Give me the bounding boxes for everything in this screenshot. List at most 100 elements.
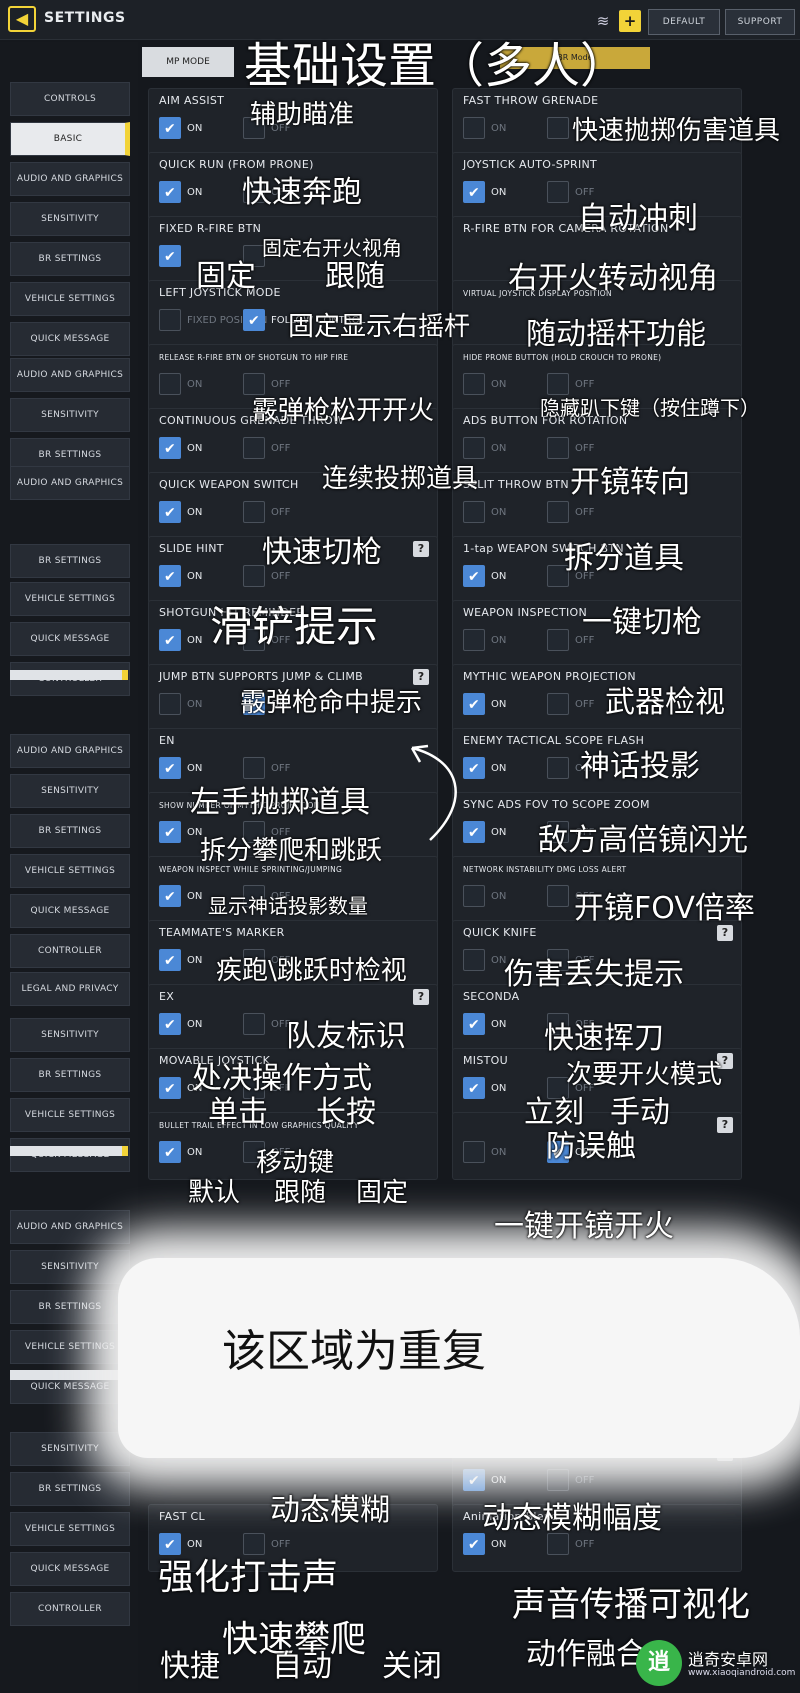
- sidebar-item-br-settings[interactable]: BR SETTINGS: [10, 1290, 130, 1324]
- option-checkbox[interactable]: ON: [159, 117, 202, 140]
- checkbox-icon[interactable]: [159, 437, 181, 460]
- tab-mp-mode[interactable]: MP MODE: [142, 47, 234, 77]
- sidebar-item-audio-and-graphics[interactable]: AUDIO AND GRAPHICS: [10, 1210, 130, 1244]
- checkbox-icon[interactable]: [243, 1013, 265, 1035]
- option-checkbox[interactable]: ON: [159, 565, 202, 588]
- default-button[interactable]: DEFAULT: [648, 9, 720, 35]
- checkbox-icon[interactable]: [547, 373, 569, 395]
- sidebar-item-br-settings[interactable]: BR SETTINGS: [10, 242, 130, 276]
- signal-icon[interactable]: ≋: [592, 10, 614, 32]
- option-checkbox[interactable]: OFF: [243, 757, 290, 779]
- checkbox-icon[interactable]: [159, 309, 181, 331]
- sidebar-item-vehicle-settings[interactable]: VEHICLE SETTINGS: [10, 854, 130, 888]
- checkbox-icon[interactable]: [463, 949, 485, 971]
- checkbox-icon[interactable]: [463, 1141, 485, 1163]
- checkbox-icon[interactable]: [547, 1469, 569, 1491]
- option-checkbox[interactable]: OFF: [243, 373, 290, 395]
- help-icon[interactable]: ?: [717, 925, 733, 941]
- option-checkbox[interactable]: ON: [463, 885, 506, 907]
- checkbox-icon[interactable]: [463, 629, 485, 651]
- option-checkbox[interactable]: OFF: [547, 501, 594, 523]
- option-checkbox[interactable]: ON: [159, 885, 202, 908]
- option-checkbox[interactable]: ON: [463, 501, 506, 523]
- option-checkbox[interactable]: ON: [463, 437, 506, 459]
- checkbox-icon[interactable]: [463, 373, 485, 395]
- option-checkbox[interactable]: ON: [159, 757, 202, 780]
- sidebar-item-br-settings[interactable]: BR SETTINGS: [10, 814, 130, 848]
- option-checkbox[interactable]: OFF: [243, 501, 290, 523]
- checkbox-icon[interactable]: [547, 757, 569, 779]
- sidebar-item-vehicle-settings[interactable]: VEHICLE SETTINGS: [10, 582, 130, 616]
- sidebar-item-sensitivity[interactable]: SENSITIVITY: [10, 1250, 130, 1284]
- option-checkbox[interactable]: ON: [463, 117, 506, 139]
- checkbox-icon[interactable]: [463, 1533, 485, 1556]
- sidebar-item-audio-and-graphics[interactable]: AUDIO AND GRAPHICS: [10, 734, 130, 768]
- option-checkbox[interactable]: [159, 245, 187, 268]
- sidebar-item-br-settings[interactable]: BR SETTINGS: [10, 1472, 130, 1506]
- sidebar-item-audio-and-graphics[interactable]: AUDIO AND GRAPHICS: [10, 162, 130, 196]
- option-checkbox[interactable]: ON: [159, 693, 202, 715]
- sidebar-item-sensitivity[interactable]: SENSITIVITY: [10, 774, 130, 808]
- option-checkbox[interactable]: ON: [463, 693, 506, 716]
- sidebar-item-audio-and-graphics[interactable]: AUDIO AND GRAPHICS: [10, 466, 130, 500]
- sidebar-item-audio-and-graphics[interactable]: AUDIO AND GRAPHICS: [10, 358, 130, 392]
- option-checkbox[interactable]: ON: [159, 1013, 202, 1036]
- checkbox-icon[interactable]: [159, 501, 181, 524]
- sidebar-item-quick-message[interactable]: QUICK MESSAGE: [10, 622, 130, 656]
- checkbox-icon[interactable]: [243, 373, 265, 395]
- checkbox-icon[interactable]: [159, 1533, 181, 1556]
- checkbox-icon[interactable]: [159, 629, 181, 652]
- checkbox-icon[interactable]: [243, 1533, 265, 1555]
- option-checkbox[interactable]: OFF: [547, 437, 594, 459]
- sidebar-item-vehicle-settings[interactable]: VEHICLE SETTINGS: [10, 1098, 130, 1132]
- help-icon[interactable]: ?: [413, 669, 429, 685]
- sidebar-item-quick-message[interactable]: QUICK MESSAGE: [10, 322, 130, 356]
- option-checkbox[interactable]: ON: [463, 1469, 506, 1492]
- option-checkbox[interactable]: ON: [463, 629, 506, 651]
- option-checkbox[interactable]: ON: [159, 821, 202, 844]
- checkbox-icon[interactable]: [159, 245, 181, 268]
- option-checkbox[interactable]: ON: [159, 501, 202, 524]
- checkbox-icon[interactable]: [463, 1077, 485, 1100]
- plus-icon[interactable]: +: [619, 10, 641, 32]
- sidebar-item-basic[interactable]: BASIC: [10, 122, 130, 156]
- option-checkbox[interactable]: ON: [159, 437, 202, 460]
- sidebar-item-sensitivity[interactable]: SENSITIVITY: [10, 1432, 130, 1466]
- checkbox-icon[interactable]: [463, 1013, 485, 1036]
- checkbox-icon[interactable]: [547, 501, 569, 523]
- sidebar-item-br-settings[interactable]: BR SETTINGS: [10, 544, 130, 578]
- checkbox-icon[interactable]: [547, 693, 569, 715]
- sidebar-item-quick-message[interactable]: QUICK MESSAGE: [10, 894, 130, 928]
- option-checkbox[interactable]: ON: [463, 1533, 506, 1556]
- option-checkbox[interactable]: ON: [159, 629, 202, 652]
- checkbox-icon[interactable]: [159, 1141, 181, 1164]
- checkbox-icon[interactable]: [547, 629, 569, 651]
- checkbox-icon[interactable]: [159, 885, 181, 908]
- checkbox-icon[interactable]: [159, 1013, 181, 1036]
- checkbox-icon[interactable]: [159, 949, 181, 972]
- checkbox-icon[interactable]: [547, 181, 569, 203]
- checkbox-icon[interactable]: [463, 437, 485, 459]
- sidebar-item-vehicle-settings[interactable]: VEHICLE SETTINGS: [10, 1512, 130, 1546]
- option-checkbox[interactable]: OFF: [243, 1533, 290, 1555]
- support-button[interactable]: SUPPORT: [725, 9, 795, 35]
- checkbox-icon[interactable]: [159, 1077, 181, 1100]
- option-checkbox[interactable]: OFF: [547, 693, 594, 715]
- sidebar-item-controller[interactable]: CONTROLLER: [10, 1592, 130, 1626]
- option-checkbox[interactable]: ON: [463, 1141, 506, 1163]
- checkbox-icon[interactable]: [159, 565, 181, 588]
- option-checkbox[interactable]: OFF: [547, 181, 594, 203]
- option-checkbox[interactable]: ON: [463, 181, 506, 204]
- sidebar-item-sensitivity[interactable]: SENSITIVITY: [10, 1018, 130, 1052]
- option-checkbox[interactable]: OFF: [243, 437, 290, 459]
- checkbox-icon[interactable]: [463, 1469, 485, 1492]
- checkbox-icon[interactable]: [547, 117, 569, 139]
- sidebar-item-legal-and-privacy[interactable]: LEGAL AND PRIVACY: [10, 972, 130, 1006]
- checkbox-icon[interactable]: [243, 757, 265, 779]
- back-arrow-icon[interactable]: ◀: [8, 6, 36, 32]
- help-icon[interactable]: ?: [413, 541, 429, 557]
- sidebar-item-sensitivity[interactable]: SENSITIVITY: [10, 398, 130, 432]
- checkbox-icon[interactable]: [159, 117, 181, 140]
- option-checkbox[interactable]: ON: [463, 373, 506, 395]
- sidebar-item-sensitivity[interactable]: SENSITIVITY: [10, 202, 130, 236]
